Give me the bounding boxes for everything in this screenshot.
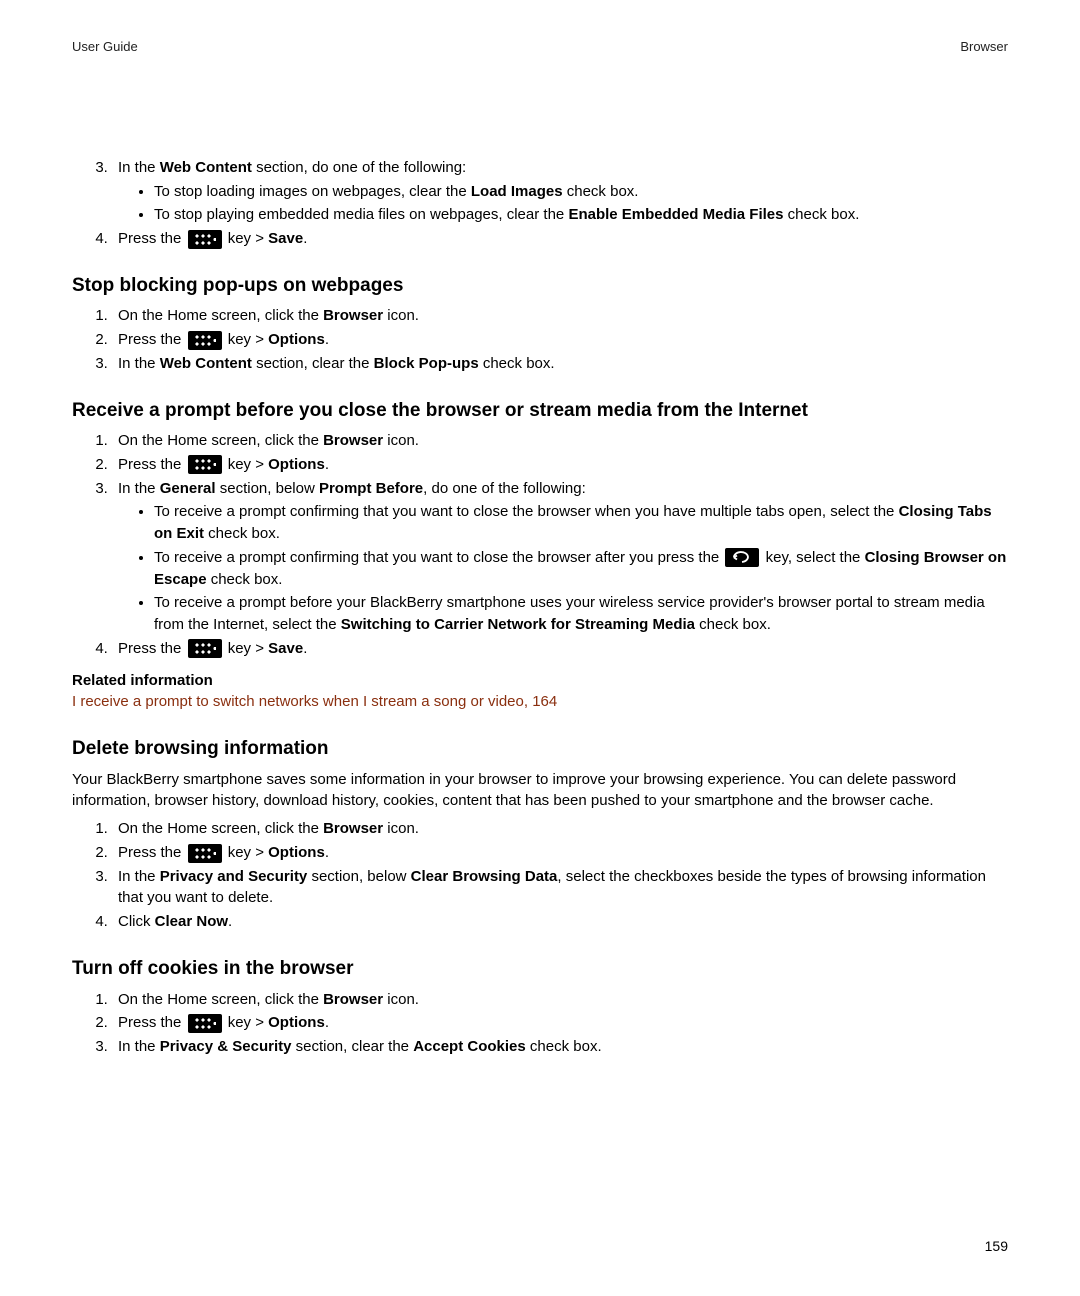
step-1: On the Home screen, click the Browser ic… [112,430,1008,452]
escape-key-icon [725,548,759,567]
step-3: In the General section, below Prompt Bef… [112,478,1008,636]
page: User Guide Browser In the Web Content se… [0,0,1080,1296]
page-header: User Guide Browser [72,38,1008,57]
step-4: Press the key > Save. [112,638,1008,660]
related-info-heading: Related information [72,670,1008,692]
delete-browsing-para: Your BlackBerry smartphone saves some in… [72,769,1008,813]
delete-browsing-steps: On the Home screen, click the Browser ic… [72,818,1008,933]
step-1: On the Home screen, click the Browser ic… [112,305,1008,327]
page-number: 159 [985,1236,1008,1256]
step-2: Press the key > Options. [112,329,1008,351]
step-2: Press the key > Options. [112,454,1008,476]
step-4: Press the key > Save. [112,228,1008,250]
bullet-switch-carrier: To receive a prompt before your BlackBer… [154,592,1008,636]
heading-turn-off-cookies: Turn off cookies in the browser [72,955,1008,983]
step-2: Press the key > Options. [112,842,1008,864]
step-3: In the Privacy and Security section, bel… [112,866,1008,910]
heading-stop-popups: Stop blocking pop-ups on webpages [72,272,1008,300]
bullet-load-images: To stop loading images on webpages, clea… [154,181,1008,203]
step-2: Press the key > Options. [112,1012,1008,1034]
bullet-closing-tabs: To receive a prompt confirming that you … [154,501,1008,545]
heading-receive-prompt: Receive a prompt before you close the br… [72,397,1008,425]
prompt-bullets: To receive a prompt confirming that you … [118,501,1008,636]
step-3: In the Web Content section, clear the Bl… [112,353,1008,375]
bullet-embedded-media: To stop playing embedded media files on … [154,204,1008,226]
menu-key-icon [188,331,222,350]
heading-delete-browsing: Delete browsing information [72,735,1008,763]
menu-key-icon [188,455,222,474]
step-1: On the Home screen, click the Browser ic… [112,818,1008,840]
step-1: On the Home screen, click the Browser ic… [112,989,1008,1011]
step-3-bullets: To stop loading images on webpages, clea… [118,181,1008,227]
stop-popups-steps: On the Home screen, click the Browser ic… [72,305,1008,374]
step-3: In the Privacy & Security section, clear… [112,1036,1008,1058]
menu-key-icon [188,230,222,249]
menu-key-icon [188,639,222,658]
step-4: Click Clear Now. [112,911,1008,933]
menu-key-icon [188,1014,222,1033]
turn-off-cookies-steps: On the Home screen, click the Browser ic… [72,989,1008,1058]
menu-key-icon [188,844,222,863]
header-right: Browser [960,38,1008,57]
step-3: In the Web Content section, do one of th… [112,157,1008,226]
bullet-closing-escape: To receive a prompt confirming that you … [154,547,1008,591]
web-content-steps-continued: In the Web Content section, do one of th… [72,157,1008,250]
receive-prompt-steps: On the Home screen, click the Browser ic… [72,430,1008,660]
related-info-link[interactable]: I receive a prompt to switch networks wh… [72,691,1008,713]
header-left: User Guide [72,38,138,57]
